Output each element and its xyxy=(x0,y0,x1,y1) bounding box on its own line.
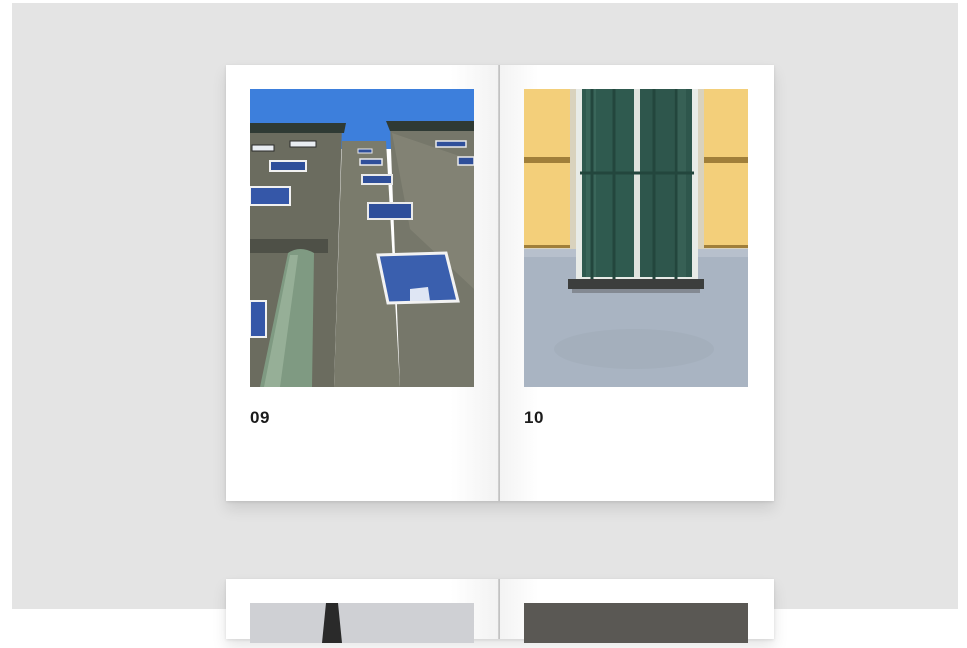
book-spread: 09 10 xyxy=(226,65,774,501)
page-number: 10 xyxy=(524,408,544,427)
partial-photo xyxy=(250,603,474,643)
viewer-background: 09 10 xyxy=(12,3,958,643)
barred-window-photo xyxy=(524,89,748,387)
left-page xyxy=(226,579,500,643)
partial-photo xyxy=(524,603,748,643)
page-number: 09 xyxy=(250,408,270,427)
building-facade-photo xyxy=(250,89,474,387)
left-page: 09 xyxy=(226,65,500,501)
right-page xyxy=(500,579,774,643)
book-spread xyxy=(226,579,774,643)
right-page: 10 xyxy=(500,65,774,501)
